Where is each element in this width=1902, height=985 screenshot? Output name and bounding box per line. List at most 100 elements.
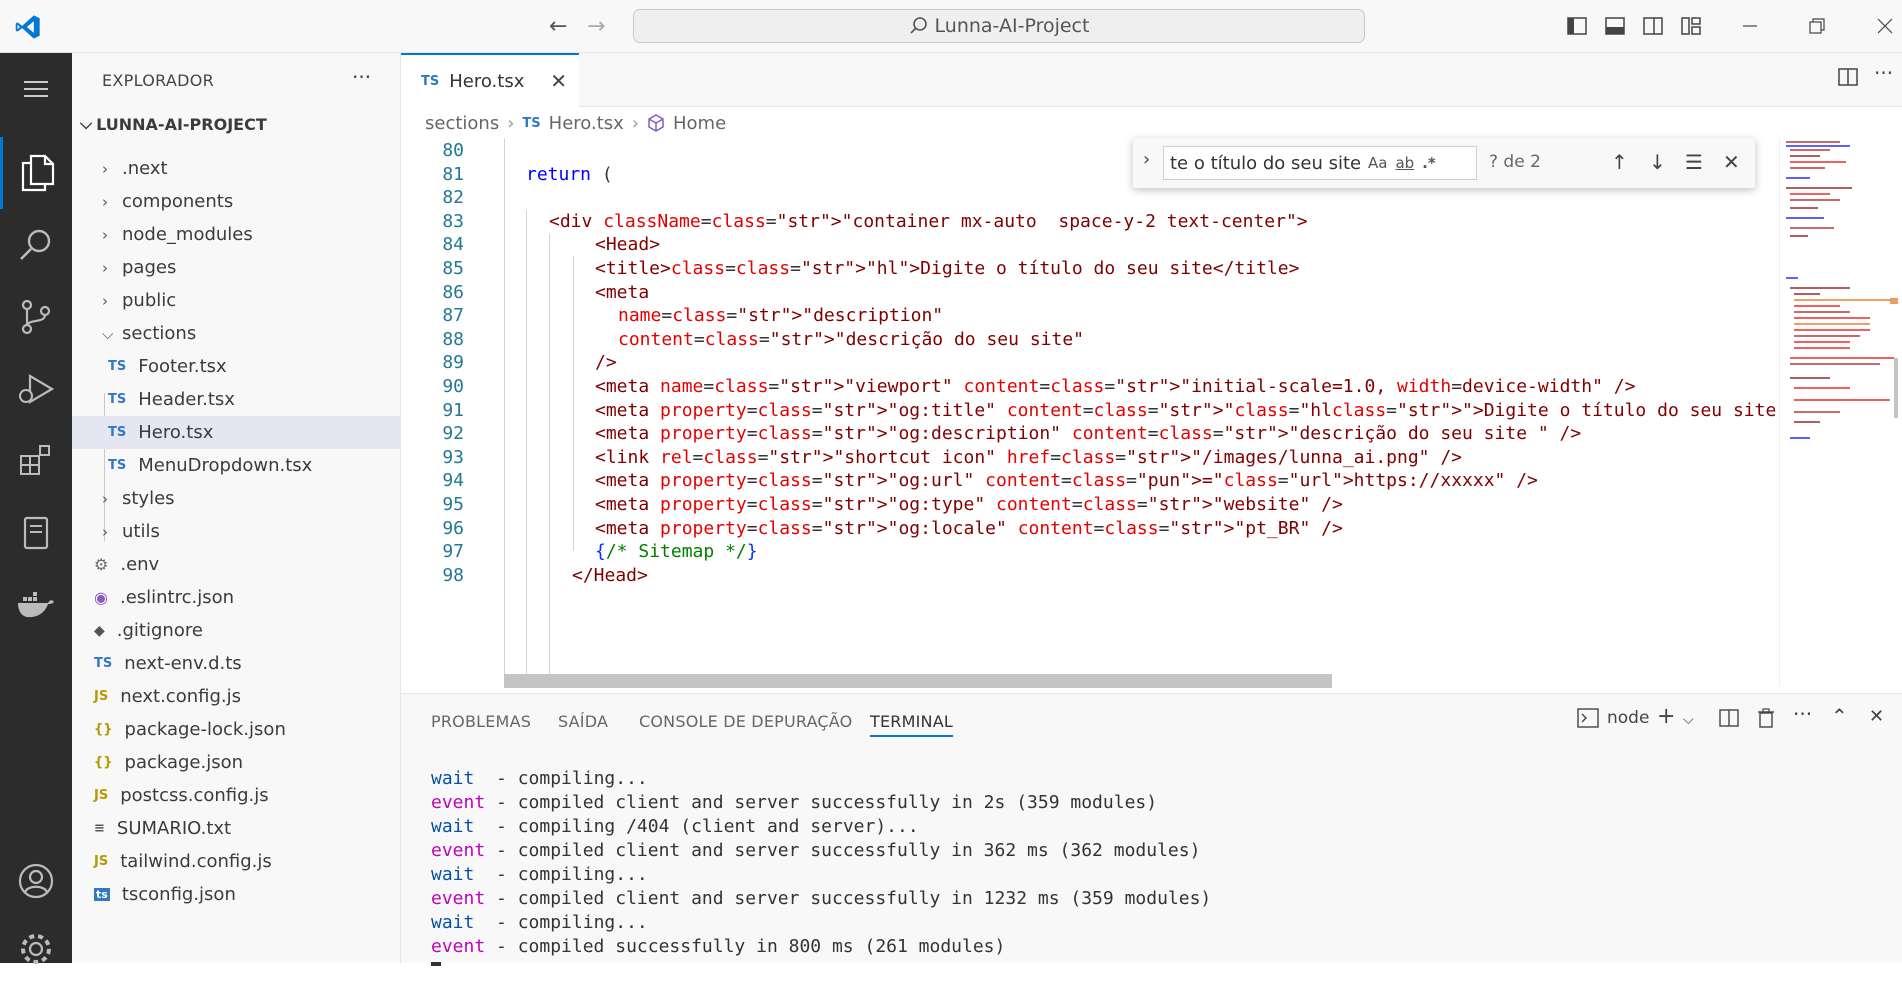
more-editor-actions-icon[interactable]: ··· — [1874, 61, 1893, 85]
match-whole-word-icon[interactable]: ab — [1395, 154, 1414, 172]
next-match-arrow-icon[interactable]: ↓ — [1649, 150, 1666, 174]
minimize-window-icon[interactable] — [1735, 12, 1765, 40]
extensions-icon[interactable] — [0, 425, 72, 497]
minimap[interactable] — [1779, 138, 1898, 686]
code-line: <meta — [595, 281, 650, 303]
line-number: 84 — [442, 234, 464, 256]
previous-match-arrow-icon[interactable]: ↑ — [1611, 150, 1628, 174]
tab-hero-tsx[interactable]: TS Hero.tsx ✕ — [401, 53, 579, 107]
tree-item[interactable]: ≡ SUMARIO.txt — [72, 812, 401, 845]
tree-item[interactable]: ◉ .eslintrc.json — [72, 581, 401, 614]
new-terminal-plus-icon[interactable]: + — [1657, 704, 1675, 729]
tree-item[interactable]: › node_modules — [72, 218, 401, 251]
chevron-right-icon: › — [507, 112, 515, 134]
terminal-selector[interactable]: node — [1577, 708, 1649, 728]
tree-item[interactable]: TS Footer.tsx — [72, 350, 401, 383]
tab-output[interactable]: SAÍDA — [558, 712, 608, 731]
tree-item[interactable]: ◆ .gitignore — [72, 614, 401, 647]
forward-arrow-icon[interactable]: → — [587, 14, 605, 39]
split-terminal-icon[interactable] — [1719, 708, 1739, 733]
tab-debug-console[interactable]: CONSOLE DE DEPURAÇÃO — [639, 712, 852, 731]
match-case-icon[interactable]: Aa — [1368, 154, 1387, 172]
close-panel-icon[interactable]: ✕ — [1869, 706, 1884, 727]
line-number: 91 — [442, 399, 464, 421]
tree-item-label: postcss.config.js — [120, 785, 269, 806]
find-in-selection-icon[interactable]: ☰ — [1685, 150, 1703, 174]
toggle-secondary-sidebar-icon[interactable] — [1638, 12, 1668, 40]
search-icon[interactable] — [0, 209, 72, 281]
tree-item[interactable]: ⚙ .env — [72, 548, 401, 581]
line-number: 94 — [442, 470, 464, 492]
code-line: <meta property=class="str">"og:title" co… — [595, 399, 1781, 421]
tree-item[interactable]: ⌵ sections — [72, 317, 401, 350]
tree-item-label: utils — [122, 521, 160, 542]
tree-item-label: tsconfig.json — [121, 884, 236, 905]
typescript-icon: TS — [108, 458, 127, 473]
tree-item[interactable]: › styles — [72, 482, 401, 515]
tree-item[interactable]: › utils — [72, 515, 401, 548]
tree-item[interactable]: {} package.json — [72, 746, 401, 779]
accounts-icon[interactable] — [0, 845, 72, 917]
use-regex-icon[interactable]: .* — [1422, 154, 1436, 172]
tab-terminal[interactable]: TERMINAL — [870, 712, 953, 737]
toggle-panel-icon[interactable] — [1600, 12, 1630, 40]
tree-item[interactable]: {} package-lock.json — [72, 713, 401, 746]
activity-bar — [0, 53, 72, 964]
tree-item[interactable]: JS tailwind.config.js — [72, 845, 401, 878]
toggle-primary-sidebar-icon[interactable] — [1562, 12, 1592, 40]
more-actions-icon[interactable]: ··· — [352, 65, 371, 89]
line-number: 96 — [442, 517, 464, 539]
tree-item[interactable]: TS Hero.tsx — [72, 416, 401, 449]
close-window-icon[interactable] — [1870, 12, 1900, 40]
tree-item[interactable]: TS Header.tsx — [72, 383, 401, 416]
breadcrumb-item-sections[interactable]: sections — [425, 113, 499, 134]
tree-item[interactable]: ts tsconfig.json — [72, 878, 401, 911]
terminal-line: wait - compiling... — [431, 912, 648, 933]
split-editor-icon[interactable] — [1838, 67, 1858, 91]
settings-gear-icon[interactable] — [0, 913, 72, 985]
breadcrumb-item-symbol[interactable]: Home — [673, 113, 726, 134]
project-root[interactable]: ⌵ LUNNA-AI-PROJECT — [72, 109, 401, 139]
tab-problems[interactable]: PROBLEMAS — [431, 712, 531, 731]
terminal-line: wait - compiling... — [431, 768, 648, 789]
tree-item[interactable]: TS MenuDropdown.tsx — [72, 449, 401, 482]
code-line: <link rel=class="str">"shortcut icon" hr… — [595, 446, 1463, 468]
eslint-icon: ◉ — [94, 588, 108, 607]
line-number: 86 — [442, 281, 464, 303]
more-panel-actions-icon[interactable]: ··· — [1793, 702, 1812, 726]
code-line: <div className=class="str">"container mx… — [549, 210, 1308, 232]
horizontal-scrollbar[interactable] — [504, 674, 1332, 688]
tree-item[interactable]: TS next-env.d.ts — [72, 647, 401, 680]
javascript-icon: JS — [94, 854, 109, 869]
maximize-panel-chevron-up-icon[interactable]: ⌃ — [1831, 704, 1848, 728]
tree-item[interactable]: JS postcss.config.js — [72, 779, 401, 812]
tree-item-label: next-env.d.ts — [124, 653, 242, 674]
trash-icon[interactable] — [1757, 708, 1775, 733]
terminal-icon — [1577, 708, 1599, 728]
chevron-down-icon[interactable]: ⌵ — [1683, 712, 1694, 728]
back-arrow-icon[interactable]: ← — [549, 14, 567, 39]
tree-item[interactable]: › public — [72, 284, 401, 317]
tree-item[interactable]: › .next — [72, 152, 401, 185]
code-editor[interactable]: 80 81 return (82 83 <div className=class="st… — [401, 138, 1781, 686]
vscode-logo-icon[interactable] — [14, 13, 42, 41]
command-center-search[interactable]: Lunna-AI-Project — [633, 9, 1365, 43]
tree-item-label: next.config.js — [120, 686, 241, 707]
line-number: 89 — [442, 352, 464, 374]
tree-item[interactable]: › components — [72, 185, 401, 218]
toggle-replace-chevron-icon[interactable]: › — [1143, 149, 1150, 170]
customize-layout-icon[interactable] — [1676, 12, 1706, 40]
restore-window-icon[interactable] — [1802, 12, 1832, 40]
close-tab-icon[interactable]: ✕ — [550, 69, 567, 93]
notebook-icon[interactable] — [0, 497, 72, 569]
source-control-icon[interactable] — [0, 281, 72, 353]
menu-icon[interactable] — [0, 53, 72, 125]
run-and-debug-icon[interactable] — [0, 353, 72, 425]
explorer-icon[interactable] — [0, 137, 72, 209]
close-find-icon[interactable]: ✕ — [1723, 150, 1740, 174]
tree-item[interactable]: › pages — [72, 251, 401, 284]
find-input[interactable] — [1170, 152, 1360, 174]
docker-icon[interactable] — [0, 569, 72, 641]
tree-item[interactable]: JS next.config.js — [72, 680, 401, 713]
breadcrumb-item-file[interactable]: Hero.tsx — [549, 113, 624, 134]
